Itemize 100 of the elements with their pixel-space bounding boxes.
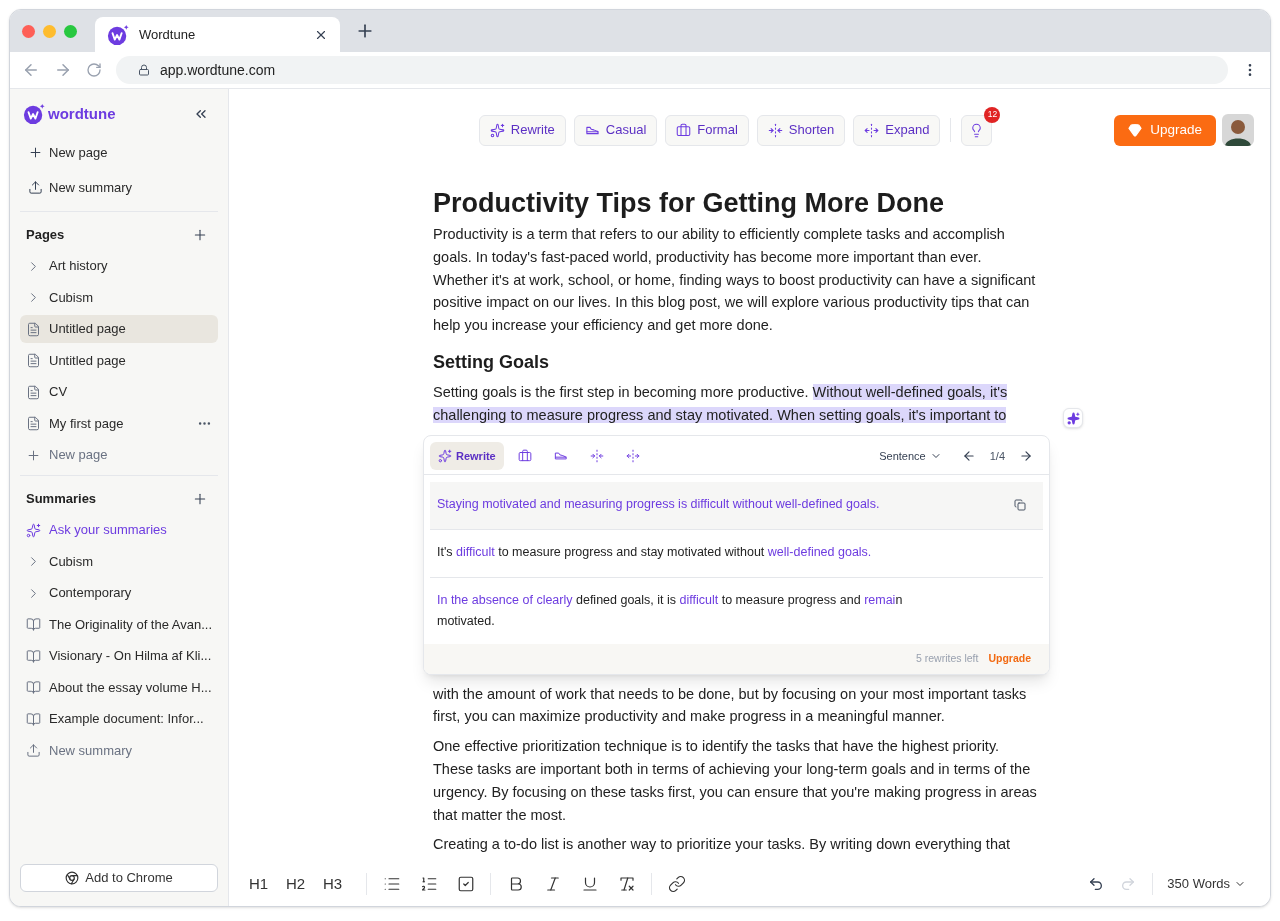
word-count-dropdown[interactable]: 350 Words — [1167, 874, 1246, 894]
address-bar[interactable]: app.wordtune.com — [116, 56, 1228, 84]
book-icon — [26, 648, 41, 664]
upload-icon — [26, 743, 41, 758]
undo-icon[interactable] — [1088, 876, 1105, 892]
sidebar-item[interactable]: Untitled page — [20, 346, 218, 375]
sidebar-item[interactable]: About the essay volume H... — [20, 673, 218, 702]
sidebar-item[interactable]: Cubism — [20, 283, 218, 312]
lock-icon — [138, 64, 150, 76]
page-icon — [26, 353, 41, 368]
numbered-list-icon — [419, 875, 438, 893]
gem-icon — [1128, 123, 1143, 137]
back-icon[interactable] — [22, 61, 40, 79]
rewrites-left: 5 rewrites left — [915, 650, 979, 666]
sidebar-item[interactable]: Visionary - On Hilma af Kli... — [20, 642, 218, 670]
sidebar-item-label: My first page — [49, 414, 125, 433]
sidebar-item-label: Untitled page — [49, 351, 127, 370]
page-icon — [26, 321, 41, 337]
shorten-icon — [589, 449, 604, 464]
document-title: Productivity Tips for Getting More Done — [433, 187, 946, 220]
sidebar-item-label: Contemporary — [49, 584, 133, 603]
sidebar-item-label: Ask your summaries — [49, 521, 168, 540]
heading-button[interactable]: H3 — [323, 872, 360, 896]
tone-button[interactable]: Casual — [573, 114, 658, 146]
sidebar-action-label: New page — [49, 143, 108, 162]
tab-title: Wordtune — [139, 25, 197, 44]
chrome-icon — [65, 871, 80, 885]
add-to-chrome-button[interactable]: Add to Chrome — [20, 864, 218, 892]
link-icon — [667, 875, 686, 893]
browser-tab[interactable]: Wordtune — [95, 17, 340, 52]
sidebar-item-label: The Originality of the Avan... — [49, 615, 213, 634]
sidebar-action-label: New summary — [49, 178, 133, 197]
section-heading: Setting Goals — [433, 351, 550, 374]
book-icon — [26, 617, 41, 632]
sparkle-icon — [489, 122, 505, 138]
sidebar-item[interactable]: Art history — [20, 252, 218, 280]
section-title: Pages — [26, 226, 65, 245]
tone-button[interactable]: Formal — [665, 114, 749, 146]
sidebar-item[interactable]: New page — [20, 441, 218, 469]
plus-icon — [28, 145, 43, 160]
logo-icon — [23, 103, 45, 125]
add-icon[interactable] — [192, 227, 208, 243]
sidebar-item[interactable]: CV — [20, 378, 218, 406]
clear-format-icon — [617, 875, 636, 893]
sidebar-item-label: New summary — [49, 741, 134, 760]
briefcase-icon — [676, 122, 692, 138]
sidebar-item[interactable]: My first page — [20, 409, 218, 438]
reload-icon[interactable] — [86, 62, 102, 78]
briefcase-icon — [517, 449, 532, 464]
copy-icon[interactable] — [1014, 498, 1026, 511]
avatar[interactable] — [1222, 114, 1254, 146]
sidebar-action[interactable]: New page — [20, 135, 218, 170]
heading-button[interactable]: H2 — [286, 872, 323, 896]
bullet-list-icon — [382, 875, 401, 893]
sidebar-item[interactable]: Untitled page — [20, 315, 218, 343]
tone-button[interactable]: Rewrite — [478, 114, 566, 146]
sidebar-item-label: New page — [49, 446, 109, 465]
sidebar-item-label: Cubism — [49, 552, 95, 571]
body-paragraph: Creating a to-do list is another way to prioritize your tasks. By writing down everything that — [433, 835, 1012, 855]
tone-button[interactable]: Shorten — [756, 114, 846, 146]
sidebar-item[interactable]: New summary — [20, 736, 218, 765]
sparkle-icon — [438, 449, 452, 464]
expand-icon — [864, 122, 880, 138]
sidebar-item[interactable]: The Originality of the Avan... — [20, 610, 218, 639]
checklist-icon — [456, 875, 475, 893]
plus-icon — [26, 447, 41, 463]
upload-icon — [28, 180, 43, 195]
sparkle-icon — [26, 522, 41, 538]
body-paragraph: Setting goals is the first step in becoming more productive. Without well-defined goals, it's challenging to measure progress and stay motivated. When setting goals, it's important to — [433, 382, 1009, 425]
logo-text: wordtune — [48, 103, 116, 124]
book-icon — [26, 711, 41, 727]
notification-badge: 12 — [984, 106, 1001, 123]
sidebar-item[interactable]: Cubism — [20, 547, 218, 576]
sidebar-item-label: Cubism — [49, 288, 95, 307]
body-paragraph: with the amount of work that needs to be done, but by focusing on your most important tasks first, you can maximize productivity and make progress in a meaningful manner. — [433, 684, 1028, 727]
body-paragraph: Productivity is a term that refers to our ability to efficiently complete tasks and accomplish goals. In today's fast-paced world, productivity has become more important than ever. Whether it's at work, school, or home, finding ways to boost productivity can have a significant positive impact on our lives. In this blog post, we will explore various productivity tips that can help you increase your efficiency and get more done. — [433, 225, 1037, 336]
heading-button[interactable]: H1 — [249, 872, 286, 896]
url-text: app.wordtune.com — [160, 60, 276, 80]
sparkle-icon — [1066, 411, 1080, 425]
sidebar-action[interactable]: New summary — [20, 170, 218, 205]
sidebar-item[interactable]: Contemporary — [20, 579, 218, 607]
suggestion-option[interactable]: Staying motivated and measuring progress is difficult without well-defined goals. — [430, 481, 1043, 530]
sidebar-item-label: Example document: Infor... — [49, 710, 205, 729]
mode-dropdown[interactable]: Sentence — [879, 447, 942, 465]
sidebar-item[interactable]: Ask your summaries — [20, 516, 218, 544]
forward-icon[interactable] — [54, 61, 72, 79]
suggestion-counter: 1/4 — [989, 448, 1005, 464]
sidebar-item-label: Visionary - On Hilma af Kli... — [49, 647, 212, 666]
suggestion-option[interactable]: In the absence of clearly defined goals, it is difficult to measure progress and remain motivated. — [430, 577, 1043, 644]
sidebar-item[interactable]: Example document: Infor... — [20, 705, 218, 733]
sparkle-button[interactable] — [1063, 408, 1083, 428]
page-icon — [26, 384, 41, 400]
popup-tab[interactable]: Rewrite — [430, 442, 504, 471]
sidebar-item-label: CV — [49, 383, 69, 402]
tone-button[interactable]: Expand — [853, 114, 941, 146]
sidebar-item-label: Untitled page — [49, 320, 127, 339]
book-icon — [26, 680, 41, 695]
add-icon[interactable] — [192, 491, 208, 507]
page-icon — [26, 416, 41, 431]
suggestion-option[interactable]: It's difficult to measure progress and stay motivated without well-defined goals. — [430, 529, 1043, 578]
